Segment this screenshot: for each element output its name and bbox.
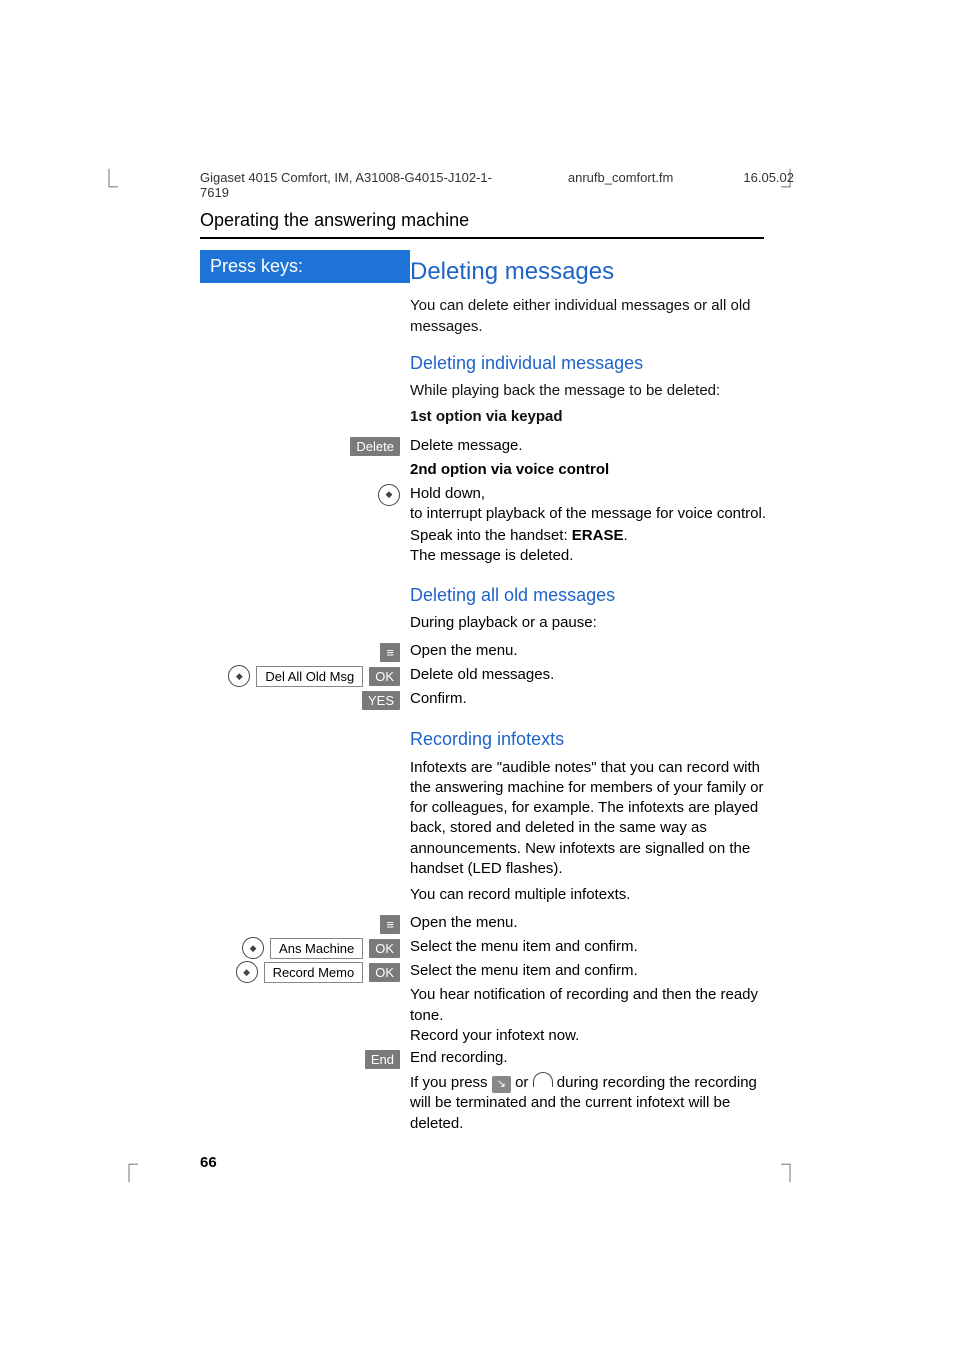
handset-icon [533,1072,553,1087]
menu-key-badge: ≡ [380,915,400,934]
nav-key-icon: ◆ [236,961,258,983]
menu-record-memo: Record Memo [264,962,364,983]
option2-action-a: Hold down, [410,485,485,502]
crop-mark-bottom-left: ⎾ [120,1160,138,1186]
intro-text: You can delete either individual message… [410,296,770,337]
yes-key-badge: YES [362,691,400,710]
option1-action: Delete message. [410,436,770,456]
nav-key-icon: ◆ [228,665,250,687]
end-key-badge: End [365,1050,400,1069]
all-old-delete: Delete old messages. [410,665,770,685]
speak-post: . [623,527,627,544]
option2-action-b: to interrupt playback of the message for… [410,505,766,522]
menu-del-all-old: Del All Old Msg [256,666,363,687]
info-para: Infotexts are "audible notes" that you c… [410,758,770,880]
heading-deleting-messages: Deleting messages [410,256,770,288]
info-tone: You hear notification of recording and t… [410,986,758,1023]
ok-key-badge: OK [369,939,400,958]
terminate-pre: If you press [410,1074,492,1091]
all-old-open-menu: Open the menu. [410,641,770,661]
crop-mark-bottom-right: ⏋ [781,1160,799,1186]
all-old-intro: During playback or a pause: [410,613,770,633]
meta-product: Gigaset 4015 Comfort, IM, A31008-G4015-J… [200,170,498,200]
header-meta: Gigaset 4015 Comfort, IM, A31008-G4015-J… [200,170,794,200]
meta-filename: anrufb_comfort.fm [568,170,674,200]
speak-result: The message is deleted. [410,547,573,564]
press-keys-header: Press keys: [200,250,410,283]
delete-key-badge: Delete [350,437,400,456]
heading-infotexts: Recording infotexts [410,727,770,751]
crop-mark-top-left: ⎿ [100,165,118,191]
info-open-menu: Open the menu. [410,913,770,933]
terminate-mid: or [511,1074,533,1091]
info-end: End recording. [410,1048,770,1068]
menu-ans-machine: Ans Machine [270,938,363,959]
info-select2: Select the menu item and confirm. [410,961,770,981]
meta-date: 16.05.02 [743,170,794,200]
menu-key-badge: ≡ [380,643,400,662]
info-record-now: Record your infotext now. [410,1027,579,1044]
nav-key-icon: ◆ [242,937,264,959]
heading-all-old: Deleting all old messages [410,583,770,607]
escape-key-icon: ↘ [492,1076,511,1093]
ok-key-badge: OK [369,667,400,686]
page-number: 66 [200,1154,217,1171]
speak-word: ERASE [572,527,624,544]
info-multiple: You can record multiple infotexts. [410,885,770,905]
all-old-confirm: Confirm. [410,689,770,709]
individual-intro: While playing back the message to be del… [410,381,770,401]
speak-pre: Speak into the handset: [410,527,572,544]
option1-title: 1st option via keypad [410,407,770,427]
option2-title: 2nd option via voice control [410,460,770,480]
nav-key-icon: ◆ [378,484,400,506]
content: Press keys: Deleting messages You can de… [200,250,770,1136]
ok-key-badge: OK [369,963,400,982]
heading-individual: Deleting individual messages [410,351,770,375]
info-select1: Select the menu item and confirm. [410,937,770,957]
section-title: Operating the answering machine [200,210,764,239]
page: ⎿ ⏌ ⎾ ⏋ Gigaset 4015 Comfort, IM, A31008… [0,0,954,1351]
